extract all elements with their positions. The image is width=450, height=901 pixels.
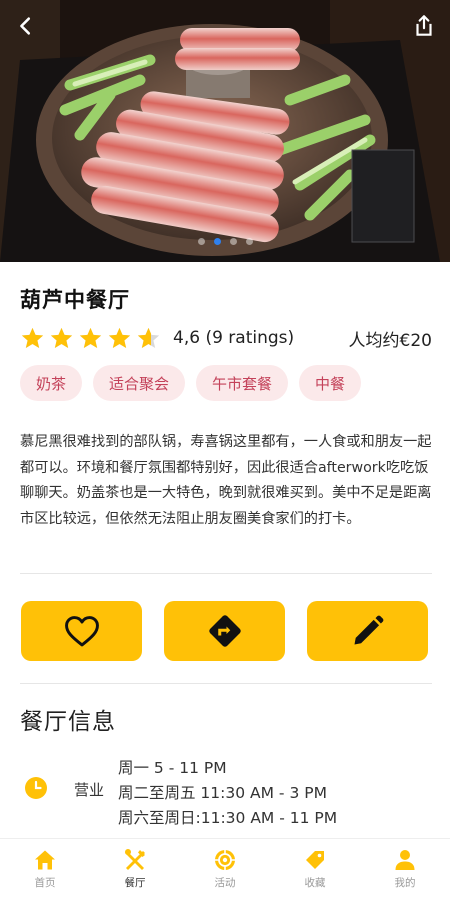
hotpot-photo	[0, 0, 450, 262]
nav-label: 首页	[34, 877, 56, 889]
share-button[interactable]	[406, 8, 442, 44]
divider	[20, 573, 432, 574]
heart-icon	[64, 616, 99, 647]
clock-icon	[25, 777, 47, 799]
star-icon	[137, 327, 160, 348]
favorite-button[interactable]	[21, 601, 142, 661]
carousel-dot[interactable]	[245, 238, 253, 245]
tag-chip[interactable]: 中餐	[299, 365, 362, 401]
nav-label: 餐厅	[124, 877, 146, 889]
star-icon	[21, 327, 44, 348]
carousel-dot[interactable]	[197, 238, 205, 245]
restaurant-description: 慕尼黑很难找到的部队锅，寿喜锅这里都有，一人食或和朋友一起都可以。环境和餐厅氛围…	[20, 434, 432, 527]
carousel-dot-active[interactable]	[213, 238, 221, 245]
home-icon	[35, 850, 55, 870]
average-price: 人均约€20	[348, 330, 432, 351]
carousel-indicator	[0, 238, 450, 245]
tag-chip[interactable]: 午市套餐	[196, 365, 289, 401]
edit-button[interactable]	[307, 601, 428, 661]
star-icon	[108, 327, 131, 348]
directions-button[interactable]	[164, 601, 285, 661]
restaurant-name: 葫芦中餐厅	[20, 288, 130, 312]
nav-restaurants[interactable]: 餐厅	[90, 839, 180, 901]
star-icon	[50, 327, 73, 348]
section-title: 餐厅信息	[20, 709, 116, 735]
hours-line: 周二至周五 11:30 AM - 3 PM	[118, 784, 327, 802]
restaurant-photo-carousel[interactable]	[0, 0, 450, 262]
nav-profile[interactable]: 我的	[360, 839, 450, 901]
hours-label: 营业	[74, 781, 105, 799]
chevron-left-icon	[20, 17, 31, 35]
action-buttons	[21, 601, 428, 661]
hours-line: 周一 5 - 11 PM	[118, 759, 227, 777]
opening-hours: 营业 周一 5 - 11 PM 周二至周五 11:30 AM - 3 PM 周六…	[20, 756, 432, 836]
star-icon	[79, 327, 102, 348]
user-icon	[395, 850, 415, 870]
carousel-dot[interactable]	[229, 238, 237, 245]
tag-icon	[306, 851, 324, 869]
utensils-icon	[125, 849, 145, 870]
nav-activities[interactable]: 活动	[180, 839, 270, 901]
divider	[20, 683, 432, 684]
hours-line: 周六至周日:11:30 AM - 11 PM	[118, 809, 338, 827]
tag-chip[interactable]: 适合聚会	[93, 365, 186, 401]
rating-row: 4,6 (9 ratings) 人均约€20	[20, 324, 432, 352]
share-icon	[416, 15, 432, 36]
nav-favorites[interactable]: 收藏	[270, 839, 360, 901]
bottom-navigation: 首页 餐厅 活动 收藏 我的	[0, 838, 450, 901]
rating-text: 4,6 (9 ratings)	[173, 328, 295, 348]
activity-icon	[215, 850, 235, 870]
nav-label: 活动	[214, 877, 236, 889]
directions-icon	[208, 615, 241, 647]
nav-label: 收藏	[304, 877, 326, 889]
rating-stars	[20, 326, 161, 351]
tag-list: 奶茶 适合聚会 午市套餐 中餐	[20, 365, 362, 401]
nav-home[interactable]: 首页	[0, 839, 90, 901]
pencil-icon	[354, 615, 383, 645]
hours-list: 周一 5 - 11 PM 周二至周五 11:30 AM - 3 PM 周六至周日…	[118, 756, 337, 831]
tag-chip[interactable]: 奶茶	[20, 365, 83, 401]
back-button[interactable]	[8, 8, 44, 44]
nav-label: 我的	[394, 877, 416, 889]
